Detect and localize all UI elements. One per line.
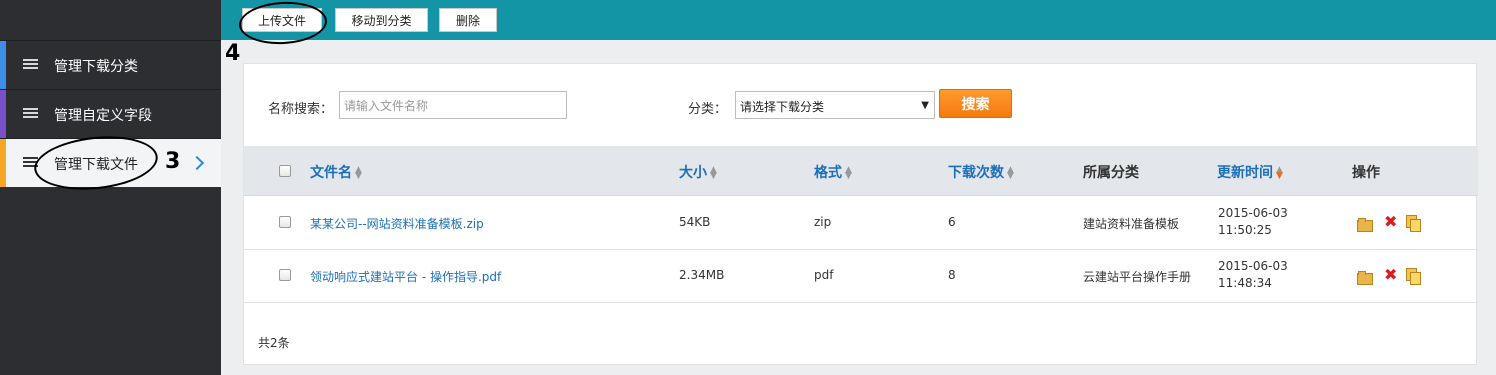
sidebar-item-download-categories[interactable]: 管理下载分类 (0, 40, 221, 89)
file-name-link[interactable]: 某某公司--网站资料准备模板.zip (310, 215, 484, 232)
sidebar: 管理下载分类 管理自定义字段 管理下载文件 3 (0, 0, 221, 375)
column-format[interactable]: 格式 ▲ ▼ (814, 162, 852, 182)
table-row: 领动响应式建站平台 - 操作指导.pdf 2.34MB pdf 8 云建站平台操… (244, 250, 1478, 303)
sidebar-item-accent (0, 41, 6, 89)
edit-folder-icon[interactable] (1357, 270, 1373, 285)
delete-icon[interactable]: ✖ (1384, 267, 1398, 283)
table-row: 某某公司--网站资料准备模板.zip 54KB zip 6 建站资料准备模板 2… (244, 197, 1478, 250)
column-actions: 操作 (1352, 165, 1380, 181)
step-3-annotation: 3 (165, 149, 181, 174)
category-label: 分类： (688, 102, 728, 117)
delete-icon[interactable]: ✖ (1384, 214, 1398, 230)
file-format: pdf (814, 268, 834, 282)
download-count: 8 (948, 268, 956, 282)
sort-icon: ▲ ▼ (1007, 165, 1014, 181)
download-count: 6 (948, 215, 956, 229)
column-size-label: 大小 (679, 165, 707, 181)
file-size: 54KB (679, 215, 711, 229)
category-select-value: 请选择下载分类 (740, 100, 825, 114)
dropdown-arrow-icon: ▼ (921, 100, 929, 111)
copy-icon[interactable] (1406, 215, 1421, 232)
sidebar-item-accent (0, 139, 6, 187)
total-count: 共2条 (258, 336, 290, 350)
table-header: 文件名 ▲ ▼ 大小 ▲ ▼ 格式 ▲ ▼ 下载次数 ▲ ▼ 所属分类 更新时间 ▲ ▼ 操作 (244, 146, 1478, 196)
step-4-annotation: 4 (225, 41, 241, 66)
copy-icon[interactable] (1406, 268, 1421, 285)
sidebar-item-accent (0, 90, 6, 138)
row-checkbox[interactable] (279, 216, 291, 228)
sort-desc-icon: ▲ ▼ (1276, 165, 1283, 181)
column-filename-label: 文件名 (310, 165, 352, 181)
column-updated-label: 更新时间 (1217, 165, 1273, 181)
updated-clock: 11:48:34 (1218, 276, 1272, 290)
column-updated[interactable]: 更新时间 ▲ ▼ (1217, 162, 1283, 182)
file-size: 2.34MB (679, 268, 725, 282)
column-format-label: 格式 (814, 165, 842, 181)
select-all-checkbox[interactable] (279, 165, 291, 177)
delete-button[interactable]: 删除 (439, 8, 497, 32)
name-search-input[interactable]: 请输入文件名称 (339, 91, 567, 119)
sidebar-item-label: 管理下载分类 (54, 59, 138, 75)
file-category: 建站资料准备模板 (1083, 217, 1180, 231)
edit-folder-icon[interactable] (1357, 217, 1373, 232)
row-checkbox[interactable] (279, 269, 291, 281)
updated-clock: 11:50:25 (1218, 223, 1272, 237)
file-format: zip (814, 215, 832, 229)
column-filename[interactable]: 文件名 ▲ ▼ (310, 162, 362, 182)
sort-icon: ▲ ▼ (845, 165, 852, 181)
column-downloads-label: 下载次数 (948, 165, 1004, 181)
sidebar-item-label: 管理自定义字段 (54, 108, 152, 124)
search-button[interactable]: 搜索 (939, 89, 1012, 118)
sidebar-item-custom-fields[interactable]: 管理自定义字段 (0, 89, 221, 138)
file-name-link[interactable]: 领动响应式建站平台 - 操作指导.pdf (310, 268, 501, 285)
move-to-category-button[interactable]: 移动到分类 (335, 8, 428, 32)
category-select[interactable]: 请选择下载分类 ▼ (735, 91, 935, 119)
sort-icon: ▲ ▼ (355, 165, 362, 181)
file-category: 云建站平台操作手册 (1083, 270, 1192, 284)
menu-icon (23, 59, 38, 71)
updated-time: 2015-06-03 11:50:25 (1218, 205, 1288, 239)
column-size[interactable]: 大小 ▲ ▼ (679, 162, 717, 182)
sort-icon: ▲ ▼ (710, 165, 717, 181)
updated-date: 2015-06-03 (1218, 206, 1288, 220)
column-downloads[interactable]: 下载次数 ▲ ▼ (948, 162, 1014, 182)
sidebar-header (0, 0, 221, 40)
file-list-panel: 名称搜索： 请输入文件名称 分类： 请选择下载分类 ▼ 搜索 文件名 ▲ ▼ 大小 ▲… (243, 63, 1478, 365)
name-search-label: 名称搜索： (268, 102, 334, 117)
chevron-right-icon (189, 155, 205, 171)
column-category: 所属分类 (1083, 165, 1139, 181)
updated-time: 2015-06-03 11:48:34 (1218, 258, 1288, 292)
toolbar: 上传文件 移动到分类 删除 (221, 0, 1496, 40)
updated-date: 2015-06-03 (1218, 259, 1288, 273)
menu-icon (23, 108, 38, 120)
